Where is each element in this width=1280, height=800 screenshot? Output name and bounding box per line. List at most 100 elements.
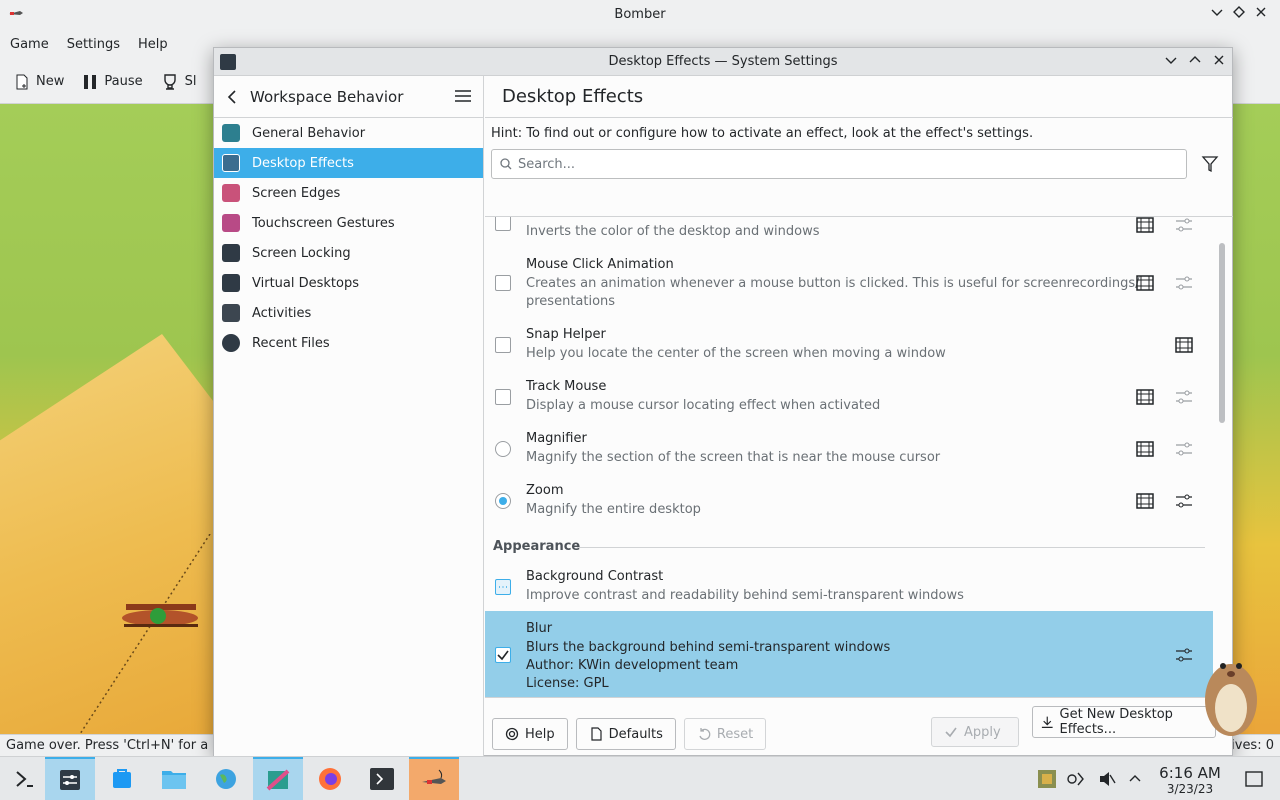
system-settings-icon (220, 54, 236, 70)
effect-checkbox[interactable] (495, 275, 511, 291)
sidebar-item-desktop-effects[interactable]: Desktop Effects (214, 148, 483, 178)
effect-checkbox-partial[interactable] (495, 579, 511, 595)
minimize-icon[interactable] (1164, 53, 1178, 67)
configure-icon[interactable] (1175, 493, 1193, 509)
film-video-icon[interactable] (1136, 275, 1154, 291)
document-revert-icon (591, 727, 602, 741)
effect-checkbox[interactable] (495, 217, 511, 231)
bomber-game-icon (422, 769, 446, 784)
close-icon[interactable] (1212, 53, 1226, 67)
configure-icon[interactable] (1175, 647, 1193, 663)
sidebar-item-screen-edges[interactable]: Screen Edges (214, 178, 483, 208)
digital-clock[interactable]: 6:16 AM 3/23/23 (1150, 764, 1230, 796)
maximize-icon[interactable] (1232, 5, 1246, 19)
sidebar-item-activities[interactable]: Activities (214, 298, 483, 328)
effect-checkbox-checked[interactable] (495, 647, 511, 663)
list-scrollbar[interactable] (1219, 243, 1225, 423)
configure-icon[interactable] (1175, 441, 1193, 457)
desktop-effects-icon (222, 154, 240, 172)
sidebar-item-label: Desktop Effects (252, 155, 354, 171)
hint-text: Hint: To find out or configure how to ac… (491, 126, 1034, 141)
film-video-icon[interactable] (1136, 441, 1154, 457)
effect-row-zoom[interactable]: Zoom Magnify the entire desktop (485, 483, 1213, 523)
help-label: Help (525, 726, 555, 742)
effect-name: Snap Helper (526, 327, 606, 342)
game-tray-icon[interactable] (1038, 770, 1056, 788)
task-desktop-effects[interactable] (253, 757, 303, 800)
effects-list: Inverts the color of the desktop and win… (485, 216, 1233, 698)
film-video-icon[interactable] (1175, 337, 1193, 353)
reset-button[interactable]: Reset (683, 718, 767, 750)
search-input[interactable]: Search... (491, 149, 1187, 179)
film-video-icon[interactable] (1136, 493, 1154, 509)
chevron-up-icon[interactable] (1128, 772, 1142, 784)
page-title: Desktop Effects (485, 76, 1233, 118)
sidebar-item-virtual-desktops[interactable]: Virtual Desktops (214, 268, 483, 298)
effect-checkbox[interactable] (495, 389, 511, 405)
close-icon[interactable] (1254, 5, 1268, 19)
effect-name: Background Contrast (526, 569, 664, 584)
reset-label: Reset (716, 726, 754, 742)
volume-muted-icon[interactable] (1098, 770, 1116, 788)
task-firefox[interactable] (305, 757, 355, 800)
effect-row-blur[interactable]: Blur Blurs the background behind semi-tr… (485, 611, 1213, 697)
menu-settings[interactable]: Settings (67, 37, 130, 52)
filter-icon[interactable] (1201, 155, 1219, 173)
section-divider (577, 547, 1205, 548)
scores-button[interactable]: Sl (161, 73, 196, 90)
search-row: Search... (485, 146, 1233, 182)
task-bomber[interactable] (409, 757, 459, 800)
defaults-button[interactable]: Defaults (575, 718, 676, 750)
effect-row-snap-helper[interactable]: Snap Helper Help you locate the center o… (485, 327, 1213, 367)
apply-button[interactable]: Apply (931, 717, 1019, 747)
configure-icon[interactable] (1175, 275, 1193, 291)
checkmark-icon (497, 650, 509, 661)
effect-description: Inverts the color of the desktop and win… (526, 224, 820, 239)
bomber-window-controls (1210, 5, 1268, 19)
maximize-icon[interactable] (1188, 53, 1202, 67)
minimize-icon[interactable] (1210, 5, 1224, 19)
apply-label: Apply (964, 724, 1001, 740)
back-arrow-icon[interactable] (224, 89, 240, 105)
application-launcher[interactable] (0, 757, 50, 800)
film-video-icon[interactable] (1136, 217, 1154, 233)
task-konsole[interactable] (357, 757, 407, 800)
effect-description: Blurs the background behind semi-transpa… (526, 640, 891, 655)
hamburger-menu-icon[interactable] (455, 89, 471, 103)
sidebar-item-general-behavior[interactable]: General Behavior (214, 118, 483, 148)
effect-row-mouse-click-animation[interactable]: Mouse Click Animation Creates an animati… (485, 257, 1213, 317)
task-system-settings[interactable] (45, 757, 95, 800)
configure-icon[interactable] (1175, 217, 1193, 233)
menu-game[interactable]: Game (10, 37, 59, 52)
film-video-icon[interactable] (1136, 389, 1154, 405)
bluetooth-network-icon[interactable] (1066, 770, 1086, 788)
effect-name: Magnifier (526, 431, 587, 446)
settings-sidebar: Workspace Behavior General Behavior Desk… (214, 76, 484, 756)
effect-row-background-contrast[interactable]: Background Contrast Improve contrast and… (485, 569, 1213, 609)
help-button[interactable]: Help (492, 718, 568, 750)
effect-radio[interactable] (495, 441, 511, 457)
effect-name: Mouse Click Animation (526, 257, 674, 272)
dialog-buttons: Help Defaults Reset (492, 718, 767, 750)
sidebar-item-label: General Behavior (252, 125, 366, 141)
task-discover[interactable] (97, 757, 147, 800)
effect-row-invert[interactable]: Inverts the color of the desktop and win… (485, 217, 1213, 247)
pause-label: Pause (104, 74, 143, 89)
pause-button[interactable]: Pause (82, 74, 143, 90)
sidebar-item-recent-files[interactable]: Recent Files (214, 328, 483, 358)
effect-row-magnifier[interactable]: Magnifier Magnify the section of the scr… (485, 431, 1213, 471)
system-settings-icon (60, 770, 80, 790)
show-desktop-icon[interactable] (1245, 770, 1263, 788)
effect-radio-selected[interactable] (495, 493, 511, 509)
sidebar-item-screen-locking[interactable]: Screen Locking (214, 238, 483, 268)
configure-icon[interactable] (1175, 389, 1193, 405)
menu-help[interactable]: Help (138, 37, 178, 52)
get-new-effects-button[interactable]: Get New Desktop Effects... (1032, 706, 1216, 738)
effect-description: Magnify the section of the screen that i… (526, 450, 941, 465)
task-network[interactable] (201, 757, 251, 800)
sidebar-item-touchscreen-gestures[interactable]: Touchscreen Gestures (214, 208, 483, 238)
effect-row-track-mouse[interactable]: Track Mouse Display a mouse cursor locat… (485, 379, 1213, 419)
new-game-button[interactable]: New (14, 74, 64, 90)
effect-checkbox[interactable] (495, 337, 511, 353)
task-dolphin[interactable] (149, 757, 199, 800)
